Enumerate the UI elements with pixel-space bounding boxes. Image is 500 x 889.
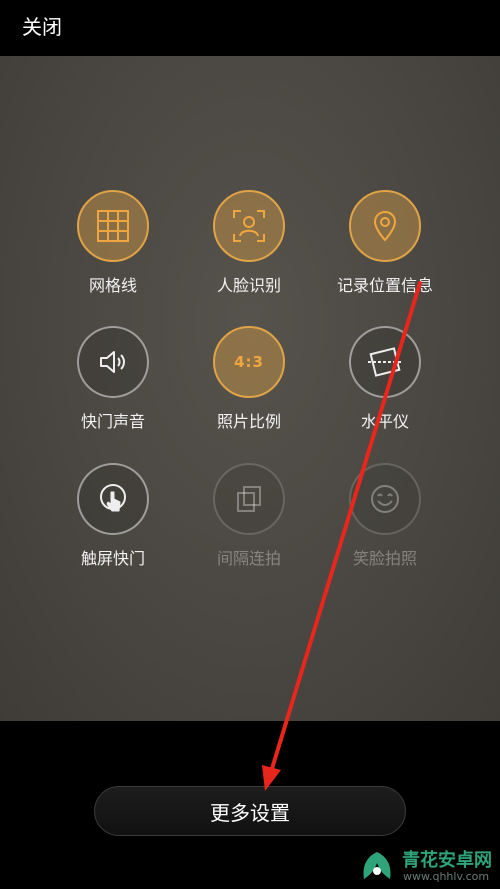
setting-label: 间隔连拍 [216, 549, 281, 568]
touch-shutter-toggle[interactable] [77, 463, 149, 535]
setting-label: 笑脸拍照 [352, 549, 417, 568]
record-location-toggle[interactable] [349, 190, 421, 262]
close-button[interactable]: 关闭 [22, 17, 62, 37]
top-bar: 关闭 [0, 0, 500, 56]
setting-burst-interval: 间隔连拍 [176, 463, 326, 593]
setting-label: 水平仪 [360, 412, 409, 431]
touch-shutter-icon [100, 484, 126, 512]
settings-panel: 网格线 人脸识别 记录位置信息 快门声音 4:3 照片比例 水平仪 触屏快门 间… [0, 56, 500, 721]
grid-lines-toggle[interactable] [77, 190, 149, 262]
face-recognition-icon [233, 210, 265, 242]
setting-shutter-sound[interactable]: 快门声音 [40, 326, 190, 456]
more-settings-button[interactable]: 更多设置 [94, 786, 406, 836]
setting-smile-capture: 笑脸拍照 [312, 463, 462, 593]
setting-label: 网格线 [88, 276, 137, 295]
face-recognition-toggle[interactable] [213, 190, 285, 262]
burst-interval-toggle [213, 463, 285, 535]
watermark-url: www.qhhlv.com [403, 870, 490, 883]
level-toggle[interactable] [349, 326, 421, 398]
photo-ratio-toggle[interactable]: 4:3 [213, 326, 285, 398]
burst-icon [237, 486, 261, 512]
setting-grid-lines[interactable]: 网格线 [40, 190, 190, 320]
setting-touch-shutter[interactable]: 触屏快门 [40, 463, 190, 593]
watermark-title: 青花安卓网 [402, 850, 492, 871]
smile-icon [371, 485, 399, 513]
camera-settings-screen: 关闭 网格线 人脸识别 记录位置信息 快门声音 4:3 照片比例 水平仪 触屏快… [0, 0, 500, 889]
grid-icon [97, 210, 129, 242]
location-pin-icon [373, 210, 397, 242]
setting-photo-ratio[interactable]: 4:3 照片比例 [176, 326, 326, 456]
setting-label: 人脸识别 [216, 276, 281, 295]
setting-face-recognition[interactable]: 人脸识别 [176, 190, 326, 320]
setting-label: 照片比例 [216, 412, 281, 431]
watermark-logo-icon [363, 852, 391, 879]
smile-capture-toggle [349, 463, 421, 535]
shutter-sound-toggle[interactable] [77, 326, 149, 398]
setting-label: 触屏快门 [80, 549, 145, 568]
level-icon [368, 347, 402, 377]
setting-record-location[interactable]: 记录位置信息 [312, 190, 462, 320]
setting-label: 快门声音 [80, 412, 145, 431]
setting-label: 记录位置信息 [336, 276, 433, 295]
aspect-ratio-icon: 4:3 [234, 353, 264, 371]
setting-level[interactable]: 水平仪 [312, 326, 462, 456]
speaker-icon [100, 351, 125, 373]
